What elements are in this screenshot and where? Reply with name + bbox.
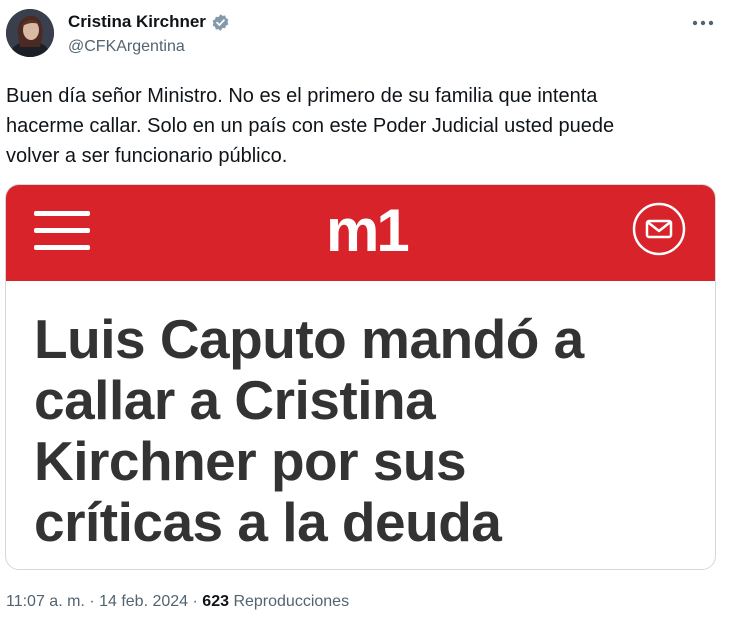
author-display-name[interactable]: Cristina Kirchner — [68, 11, 206, 33]
meta-separator: · — [89, 593, 95, 610]
tweet: Cristina Kirchner @CFKArgentina Buen día… — [0, 0, 730, 626]
more-dots-icon — [692, 20, 714, 26]
tweet-text-line: volver a ser funcionario público. — [6, 145, 288, 167]
hamburger-icon — [34, 211, 90, 251]
avatar[interactable] — [6, 9, 54, 57]
author-name-row: Cristina Kirchner — [68, 11, 230, 33]
views-label: Reproducciones — [233, 593, 350, 610]
article-headline: Luis Caputo mandó a callar a Cristina Ki… — [34, 309, 694, 553]
headline-line: críticas a la deuda — [34, 491, 502, 553]
tweet-text: Buen día señor Ministro. No es el primer… — [6, 81, 696, 171]
headline-line: callar a Cristina — [34, 369, 436, 431]
tweet-meta: 11:07 a. m. · 14 feb. 2024 · 623 Reprodu… — [6, 592, 349, 612]
tweet-text-line: Buen día señor Ministro. No es el primer… — [6, 85, 598, 107]
m1-logo: m1 — [326, 197, 410, 264]
m1-header-bar: m1 — [6, 185, 715, 281]
tweet-media-image[interactable]: m1 Luis Caputo mandó a callar a Cristina… — [5, 184, 716, 570]
headline-line: Luis Caputo mandó a — [34, 308, 584, 370]
tweet-time[interactable]: 11:07 a. m. — [6, 593, 85, 610]
verified-badge-icon — [211, 13, 230, 32]
headline-line: Kirchner por sus — [34, 430, 467, 492]
tweet-date[interactable]: 14 feb. 2024 — [99, 593, 188, 610]
author-handle[interactable]: @CFKArgentina — [68, 37, 185, 57]
more-options-button[interactable] — [690, 12, 716, 34]
meta-separator: · — [192, 593, 198, 610]
mail-icon — [632, 202, 686, 256]
avatar-portrait-icon — [6, 9, 54, 57]
views-count: 623 — [202, 593, 229, 610]
tweet-text-line: hacerme callar. Solo en un país con este… — [6, 115, 615, 137]
